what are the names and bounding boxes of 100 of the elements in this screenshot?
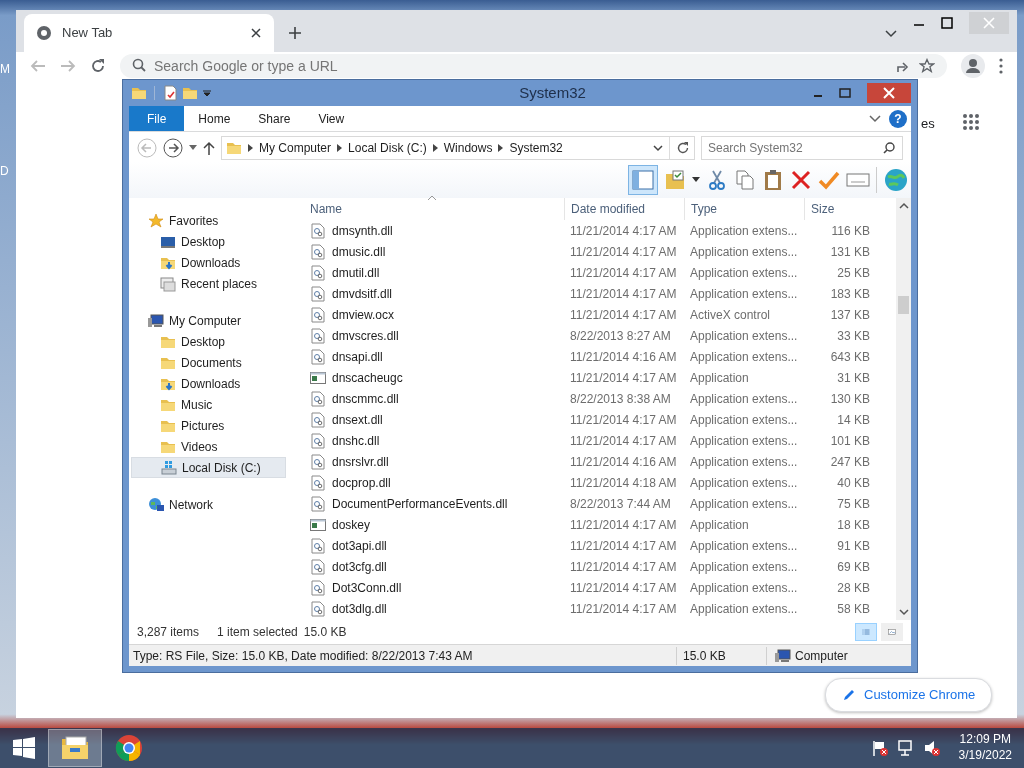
menu-icon[interactable] bbox=[999, 58, 1003, 74]
file-menu-tab[interactable]: File bbox=[129, 106, 185, 131]
file-name[interactable]: dnsext.dll bbox=[304, 410, 564, 429]
file-name[interactable]: dnscacheugc bbox=[304, 368, 564, 387]
nav-item[interactable]: Documents bbox=[131, 352, 286, 373]
address-field[interactable]: My Computer Local Disk (C:) Windows System32 bbox=[221, 136, 695, 160]
help-button[interactable]: ? bbox=[889, 109, 907, 128]
forward-icon[interactable] bbox=[163, 138, 183, 158]
file-name[interactable]: dnscmmc.dll bbox=[304, 389, 564, 408]
file-name[interactable]: dot3api.dll bbox=[304, 536, 564, 555]
nav-item[interactable]: Downloads bbox=[131, 373, 286, 394]
breadcrumb-item[interactable]: My Computer bbox=[259, 139, 332, 157]
scrollbar[interactable] bbox=[896, 198, 911, 620]
chevron-icon[interactable] bbox=[653, 144, 663, 152]
file-name[interactable]: dot3dlg.dll bbox=[304, 599, 564, 618]
nav-item[interactable]: Network bbox=[131, 494, 286, 515]
browser-tab[interactable]: New Tab bbox=[24, 14, 274, 52]
file-name[interactable]: dmusic.dll bbox=[304, 242, 564, 261]
ribbon-tab[interactable]: Home bbox=[184, 106, 245, 131]
copy-icon[interactable] bbox=[734, 169, 756, 191]
file-name[interactable]: dmutil.dll bbox=[304, 263, 564, 282]
customize-chrome-button[interactable]: Customize Chrome bbox=[825, 678, 993, 712]
ribbon-tab[interactable]: View bbox=[304, 106, 359, 131]
file-icon bbox=[310, 537, 326, 554]
file-name[interactable]: dot3cfg.dll bbox=[304, 557, 564, 576]
caret-icon[interactable] bbox=[692, 177, 700, 183]
flag-error-icon[interactable] bbox=[870, 739, 889, 757]
ribbon-tab[interactable]: Share bbox=[244, 106, 305, 131]
search-icon[interactable] bbox=[883, 142, 895, 154]
nav-item[interactable]: Desktop bbox=[131, 331, 286, 352]
link-text[interactable]: es bbox=[921, 114, 935, 134]
tab-search-icon[interactable] bbox=[885, 30, 897, 38]
profile-icon[interactable] bbox=[961, 54, 985, 78]
column-header[interactable]: Type bbox=[684, 198, 804, 220]
nav-item[interactable]: Recent places bbox=[131, 273, 286, 294]
nav-item[interactable]: Favorites bbox=[131, 210, 286, 231]
delete-icon[interactable] bbox=[790, 169, 812, 191]
file-name[interactable]: dnsapi.dll bbox=[304, 347, 564, 366]
checkmark-icon[interactable] bbox=[818, 169, 840, 191]
caret-icon[interactable] bbox=[189, 145, 197, 151]
date-cell-text: 11/21/2014 4:17 AM bbox=[569, 222, 678, 240]
globe-icon[interactable] bbox=[883, 167, 909, 193]
clock-date[interactable]: 3/19/2022 bbox=[958, 748, 1012, 764]
file-name[interactable]: dnshc.dll bbox=[304, 431, 564, 450]
scroll-down-icon[interactable] bbox=[898, 608, 909, 616]
chevron-right-icon[interactable] bbox=[337, 144, 343, 152]
caret-icon[interactable] bbox=[202, 88, 212, 98]
nav-item[interactable]: My Computer bbox=[131, 310, 286, 331]
nav-item[interactable]: Downloads bbox=[131, 252, 286, 273]
file-explorer-taskbar-button[interactable] bbox=[48, 729, 102, 767]
chevron-right-icon[interactable] bbox=[498, 144, 504, 152]
close-icon[interactable] bbox=[250, 27, 262, 39]
breadcrumb-item[interactable]: Windows bbox=[443, 139, 493, 157]
chevron-right-icon[interactable] bbox=[248, 144, 253, 152]
bookmark-star-icon[interactable] bbox=[919, 58, 935, 74]
search-field[interactable]: Search System32 bbox=[701, 136, 903, 160]
maximize-icon[interactable] bbox=[941, 17, 953, 29]
nav-item[interactable]: Desktop bbox=[131, 231, 286, 252]
new-tab-icon[interactable] bbox=[288, 26, 302, 40]
address-bar[interactable]: Search Google or type a URL bbox=[120, 54, 947, 78]
file-name[interactable]: Dot3Conn.dll bbox=[304, 578, 564, 597]
breadcrumb-item[interactable]: Local Disk (C:) bbox=[348, 139, 427, 157]
clock-time[interactable]: 12:09 PM bbox=[958, 732, 1012, 748]
clipboard-icon[interactable] bbox=[762, 169, 784, 191]
browser-logo-icon[interactable] bbox=[114, 733, 144, 763]
file-name[interactable]: DocumentPerformanceEvents.dll bbox=[304, 494, 564, 513]
file-name[interactable]: doskey bbox=[304, 515, 564, 534]
file-name[interactable]: dnsrslvr.dll bbox=[304, 452, 564, 471]
refresh-icon[interactable] bbox=[676, 141, 690, 155]
file-name[interactable]: dmvdsitf.dll bbox=[304, 284, 564, 303]
scissors-icon[interactable] bbox=[706, 169, 728, 191]
up-arrow-icon[interactable] bbox=[203, 141, 215, 155]
nav-item[interactable]: Music bbox=[131, 394, 286, 415]
column-header[interactable]: Name bbox=[304, 198, 564, 220]
column-header[interactable]: Date modified bbox=[564, 198, 684, 220]
date-cell-text: 11/21/2014 4:17 AM bbox=[569, 600, 678, 618]
properties-icon[interactable] bbox=[162, 85, 178, 101]
close-icon[interactable] bbox=[867, 83, 911, 103]
chevron-right-icon[interactable] bbox=[432, 144, 438, 152]
folder-check-icon[interactable] bbox=[664, 169, 686, 191]
date-cell-text: 11/21/2014 4:17 AM bbox=[569, 264, 678, 282]
file-name[interactable]: dmvscres.dll bbox=[304, 326, 564, 345]
apps-grid-icon[interactable] bbox=[962, 113, 980, 131]
windows-logo-icon[interactable] bbox=[13, 737, 35, 759]
column-header[interactable]: Size bbox=[804, 198, 876, 220]
file-name[interactable]: dmview.ocx bbox=[304, 305, 564, 324]
file-name[interactable]: dmsynth.dll bbox=[304, 221, 564, 240]
file-name[interactable]: docprop.dll bbox=[304, 473, 564, 492]
pencil-icon bbox=[842, 687, 856, 702]
search-icon bbox=[132, 58, 146, 72]
reload-icon[interactable] bbox=[90, 58, 106, 74]
scroll-up-icon[interactable] bbox=[898, 202, 909, 210]
scrollbar-thumb[interactable] bbox=[898, 296, 909, 314]
nav-item[interactable]: Local Disk (C:) bbox=[131, 457, 286, 478]
chevron-icon[interactable] bbox=[869, 114, 881, 123]
network-icon[interactable] bbox=[896, 739, 915, 757]
nav-item[interactable]: Pictures bbox=[131, 415, 286, 436]
breadcrumb-item[interactable]: System32 bbox=[509, 139, 563, 157]
speaker-muted-icon[interactable] bbox=[922, 739, 941, 757]
nav-item[interactable]: Videos bbox=[131, 436, 286, 457]
